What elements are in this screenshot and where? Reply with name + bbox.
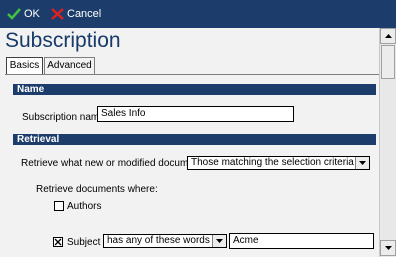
authors-checkbox[interactable]	[54, 201, 64, 211]
subject-condition-value: has any of these words	[107, 235, 210, 246]
scroll-thumb[interactable]	[381, 45, 395, 79]
chevron-down-icon	[384, 246, 392, 250]
chevron-down-icon[interactable]	[355, 157, 369, 169]
tab-basics[interactable]: Basics	[6, 57, 43, 75]
checkmark-icon	[7, 8, 21, 20]
page-title: Subscription	[5, 29, 121, 52]
subject-condition-select[interactable]: has any of these words	[103, 234, 227, 248]
close-icon	[51, 8, 64, 20]
subscription-name-label: Subscription name:	[22, 112, 108, 123]
action-bar: OK Cancel	[0, 0, 396, 28]
retrieve-label: Retrieve what new or modified documents:	[21, 158, 210, 169]
cancel-label: Cancel	[67, 8, 102, 20]
chevron-down-icon[interactable]	[212, 235, 226, 247]
ok-button[interactable]: OK	[7, 6, 40, 22]
section-name-heading: Name	[13, 84, 376, 95]
form-content: Subscription Basics Advanced Name Subscr…	[0, 28, 379, 257]
tab-advanced[interactable]: Advanced	[44, 57, 95, 74]
subject-words-field[interactable]: Acme	[229, 233, 374, 249]
authors-label: Authors	[67, 201, 102, 212]
cancel-button[interactable]: Cancel	[51, 6, 101, 22]
section-retrieval-heading: Retrieval	[13, 134, 376, 145]
scroll-down-button[interactable]	[380, 240, 396, 256]
scroll-up-button[interactable]	[380, 28, 396, 44]
check-x-icon	[54, 238, 62, 246]
subscription-name-field[interactable]: Sales Info	[97, 106, 294, 122]
chevron-up-icon	[384, 34, 392, 38]
tab-divider	[5, 74, 379, 75]
subject-checkbox[interactable]	[53, 237, 63, 247]
retrieve-where-label: Retrieve documents where:	[36, 184, 158, 195]
ok-label: OK	[24, 8, 40, 20]
retrieve-select-value: Those matching the selection criteria	[191, 157, 354, 168]
retrieve-select[interactable]: Those matching the selection criteria	[187, 156, 370, 170]
subject-label: Subject	[67, 237, 101, 248]
vertical-scrollbar[interactable]	[379, 28, 396, 257]
